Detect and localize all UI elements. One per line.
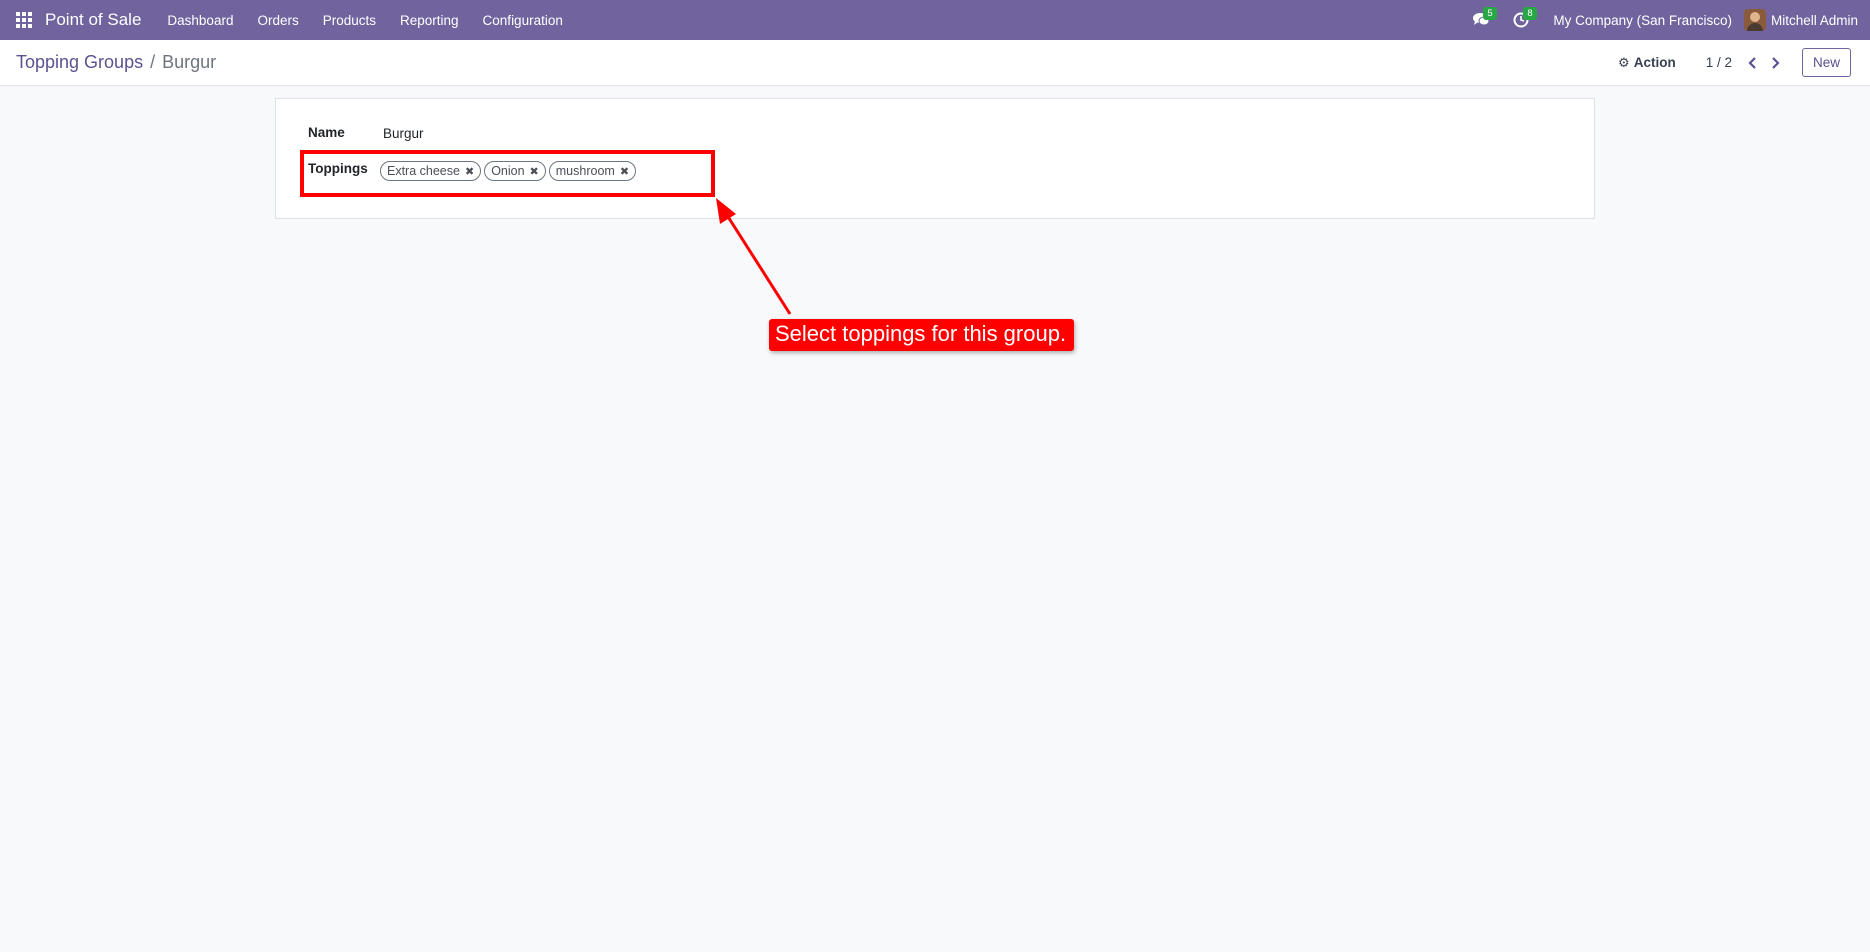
activities-button[interactable]: 8 <box>1501 0 1541 40</box>
action-button[interactable]: ⚙ Action <box>1618 55 1676 71</box>
menu-reporting[interactable]: Reporting <box>388 0 471 40</box>
apps-grid-icon[interactable] <box>0 0 48 40</box>
menu-dashboard[interactable]: Dashboard <box>155 0 245 40</box>
control-panel: Topping Groups / Burgur ⚙ Action 1 / 2 N… <box>0 40 1870 86</box>
name-label: Name <box>308 125 345 140</box>
breadcrumb-current: Burgur <box>162 52 217 72</box>
chevron-left-icon <box>1748 56 1756 69</box>
breadcrumb: Topping Groups / Burgur <box>16 52 216 73</box>
chevron-right-icon <box>1772 56 1780 69</box>
messages-count-badge: 5 <box>1483 7 1497 20</box>
highlight-box <box>300 150 715 197</box>
name-field[interactable]: Burgur <box>383 126 424 141</box>
pager-previous-button[interactable] <box>1742 49 1764 77</box>
breadcrumb-separator: / <box>150 52 156 72</box>
menu-products[interactable]: Products <box>311 0 388 40</box>
user-menu[interactable]: Mitchell Admin <box>1743 9 1870 31</box>
app-name[interactable]: Point of Sale <box>45 10 141 30</box>
annotation-callout: Select toppings for this group. <box>769 319 1075 351</box>
action-label: Action <box>1633 55 1676 70</box>
menu-configuration[interactable]: Configuration <box>471 0 575 40</box>
top-navbar: Point of Sale Dashboard Orders Products … <box>0 0 1870 40</box>
gear-icon: ⚙ <box>1618 54 1630 70</box>
user-name: Mitchell Admin <box>1770 12 1858 28</box>
pager-value[interactable]: 1 / 2 <box>1706 55 1732 70</box>
pager-next-button[interactable] <box>1764 49 1786 77</box>
avatar <box>1743 9 1766 31</box>
activities-count-badge: 8 <box>1523 7 1537 20</box>
new-button[interactable]: New <box>1801 48 1851 77</box>
breadcrumb-parent-link[interactable]: Topping Groups <box>16 52 143 73</box>
company-switcher[interactable]: My Company (San Francisco) <box>1541 13 1744 28</box>
messages-button[interactable]: 5 <box>1461 0 1501 40</box>
menu-orders[interactable]: Orders <box>245 0 310 40</box>
